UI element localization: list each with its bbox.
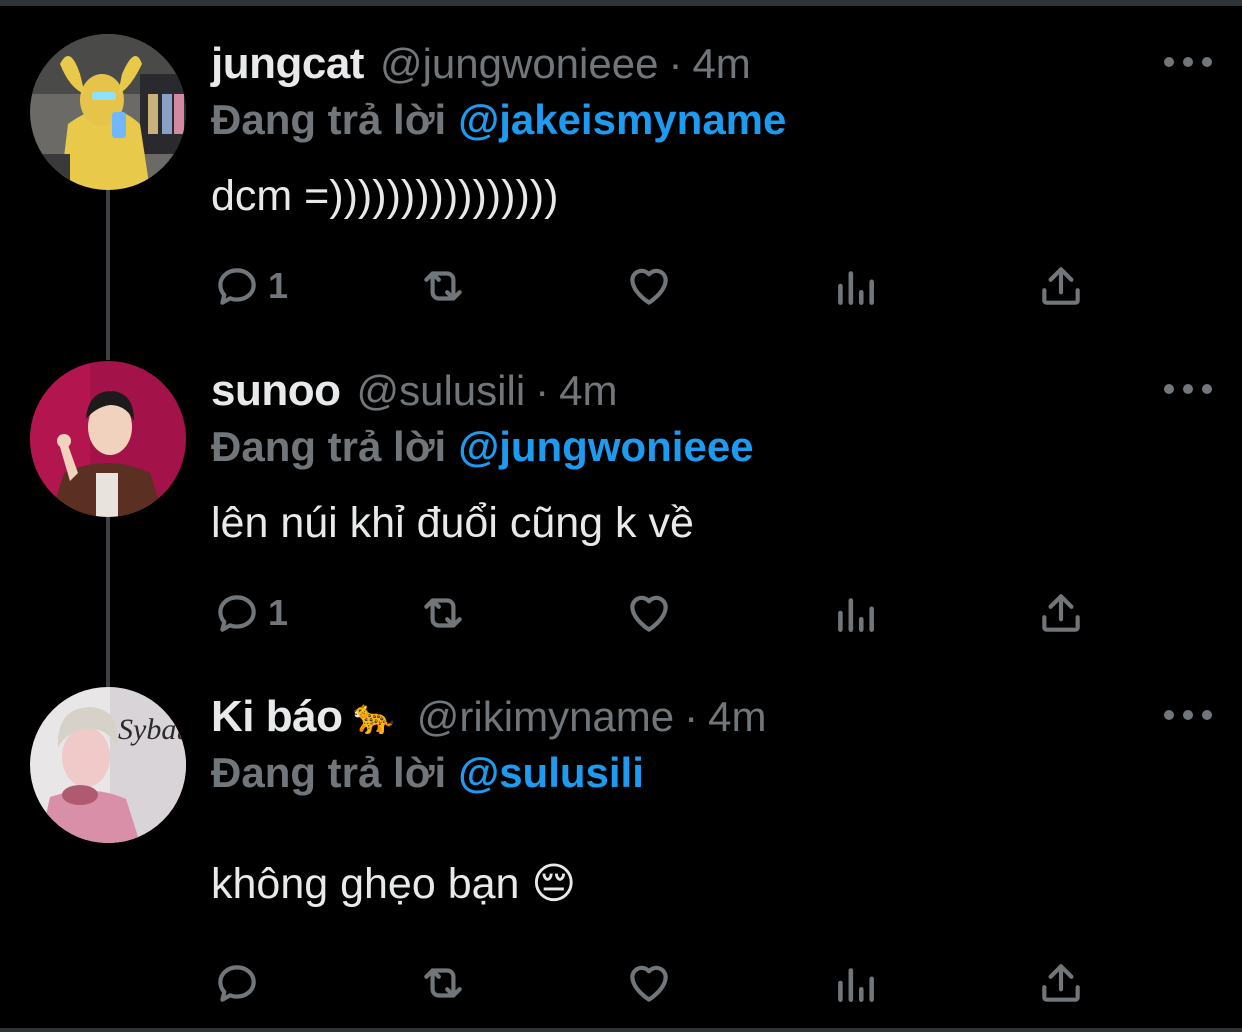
- reply-icon: [218, 595, 256, 632]
- separator-dot: ·: [535, 367, 550, 414]
- views-button[interactable]: [830, 953, 880, 1013]
- more-icon[interactable]: [1164, 375, 1212, 403]
- timestamp[interactable]: 4m: [708, 693, 766, 741]
- retweet-icon: [424, 271, 462, 301]
- analytics-icon: [838, 598, 874, 632]
- share-icon: [1042, 594, 1080, 632]
- replying-to: Đang trả lời @sulusili: [211, 749, 644, 797]
- replying-to-label: Đang trả lời: [211, 96, 447, 143]
- reply-icon: [218, 965, 256, 1002]
- more-icon[interactable]: [1164, 701, 1212, 729]
- share-button[interactable]: [1036, 583, 1086, 643]
- tweet[interactable]: jungcat @jungwonieee · 4m Đang trả lời @j…: [0, 34, 1242, 334]
- tweet-header: sunoo @sulusili · 4m: [211, 361, 618, 421]
- avatar[interactable]: Sybau: [30, 687, 186, 843]
- share-icon: [1042, 267, 1080, 305]
- retweet-icon: [424, 968, 462, 998]
- user-handle[interactable]: @rikimyname: [417, 693, 674, 741]
- mention-link[interactable]: @jungwonieee: [458, 423, 753, 470]
- top-divider: [0, 0, 1242, 6]
- like-button[interactable]: [624, 256, 674, 316]
- retweet-button[interactable]: [418, 256, 468, 316]
- action-bar: [0, 953, 1242, 1013]
- like-button[interactable]: [624, 953, 674, 1013]
- tweet-header: Ki báo 🐆 @rikimyname · 4m: [211, 687, 767, 747]
- reply-button[interactable]: 1: [212, 583, 288, 643]
- user-handle[interactable]: @jungwonieee: [380, 40, 659, 88]
- views-button[interactable]: [830, 583, 880, 643]
- heart-icon: [630, 268, 668, 305]
- reply-button[interactable]: 1: [212, 256, 288, 316]
- replying-to-label: Đang trả lời: [211, 749, 447, 796]
- like-button[interactable]: [624, 583, 674, 643]
- analytics-icon: [838, 271, 874, 305]
- separator-dot: ·: [668, 40, 683, 87]
- display-name[interactable]: Ki báo: [211, 692, 343, 742]
- separator-dot: ·: [684, 693, 699, 740]
- reply-count: 1: [268, 265, 289, 306]
- leopard-emoji-icon: 🐆: [352, 697, 395, 737]
- tweet-header: jungcat @jungwonieee · 4m: [211, 34, 751, 94]
- user-handle[interactable]: @sulusili: [356, 367, 525, 415]
- tweet[interactable]: sunoo @sulusili · 4m Đang trả lời @jungwo…: [0, 361, 1242, 661]
- retweet-icon: [424, 598, 462, 628]
- display-name[interactable]: sunoo: [211, 366, 341, 416]
- avatar[interactable]: [30, 361, 186, 517]
- action-bar: 1: [0, 256, 1242, 316]
- heart-icon: [630, 965, 668, 1002]
- tweet-text: không ghẹo bạn 😔: [211, 860, 577, 908]
- analytics-icon: [838, 968, 874, 1002]
- timestamp[interactable]: 4m: [559, 367, 617, 415]
- reply-button[interactable]: [212, 953, 268, 1013]
- share-icon: [1042, 964, 1080, 1002]
- more-icon[interactable]: [1164, 48, 1212, 76]
- retweet-button[interactable]: [418, 953, 468, 1013]
- avatar-overlay-text: Sybau: [118, 713, 186, 746]
- avatar[interactable]: [30, 34, 186, 190]
- bottom-divider: [0, 1028, 1242, 1032]
- share-button[interactable]: [1036, 953, 1086, 1013]
- replying-to: Đang trả lời @jungwonieee: [211, 423, 754, 471]
- display-name[interactable]: jungcat: [211, 39, 364, 89]
- replying-to-label: Đang trả lời: [211, 423, 447, 470]
- reply-count: 1: [268, 592, 289, 633]
- heart-icon: [630, 595, 668, 632]
- tweet-text: dcm =)))))))))))))))): [211, 172, 559, 220]
- share-button[interactable]: [1036, 256, 1086, 316]
- reply-icon: [218, 268, 256, 305]
- tweet-text: lên núi khỉ đuổi cũng k về: [211, 499, 694, 547]
- action-bar: 1: [0, 583, 1242, 643]
- views-button[interactable]: [830, 256, 880, 316]
- mention-link[interactable]: @jakeismyname: [458, 96, 786, 143]
- replying-to: Đang trả lời @jakeismyname: [211, 96, 786, 144]
- timestamp[interactable]: 4m: [692, 40, 750, 88]
- retweet-button[interactable]: [418, 583, 468, 643]
- mention-link[interactable]: @sulusili: [458, 749, 644, 796]
- tweet[interactable]: Sybau Ki báo 🐆 @rikimyname · 4m Đang trả…: [0, 687, 1242, 1007]
